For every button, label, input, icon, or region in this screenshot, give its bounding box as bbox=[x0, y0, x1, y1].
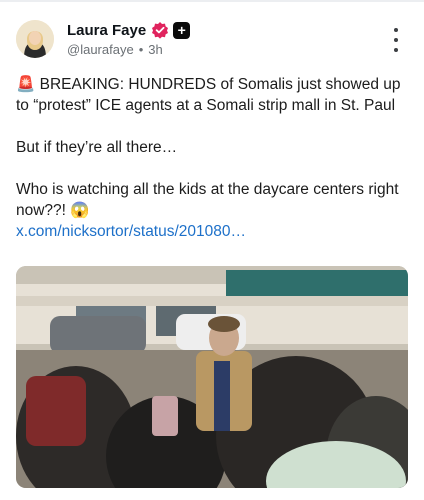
post-time[interactable]: 3h bbox=[148, 42, 162, 57]
author-name[interactable]: Laura Faye bbox=[67, 22, 146, 39]
post-media-image[interactable] bbox=[16, 266, 408, 488]
post-text-line: Who is watching all the kids at the dayc… bbox=[16, 181, 399, 219]
avatar[interactable] bbox=[16, 20, 54, 58]
author-meta: @laurafaye • 3h bbox=[67, 42, 163, 57]
more-options-icon[interactable] bbox=[386, 28, 406, 52]
author-handle[interactable]: @laurafaye bbox=[67, 42, 134, 57]
post-text-line: But if they’re all there… bbox=[16, 139, 178, 156]
post-link[interactable]: x.com/nicksortor/status/201080… bbox=[16, 221, 246, 242]
plus-icon: + bbox=[173, 21, 191, 39]
post-text-line: 🚨 BREAKING: HUNDREDS of Somalis just sho… bbox=[16, 76, 401, 114]
author-row: Laura Faye + bbox=[67, 20, 191, 40]
post-body: 🚨 BREAKING: HUNDREDS of Somalis just sho… bbox=[16, 74, 412, 242]
meta-separator: • bbox=[138, 42, 144, 57]
verified-badge-icon bbox=[151, 21, 169, 39]
top-divider bbox=[0, 0, 424, 2]
